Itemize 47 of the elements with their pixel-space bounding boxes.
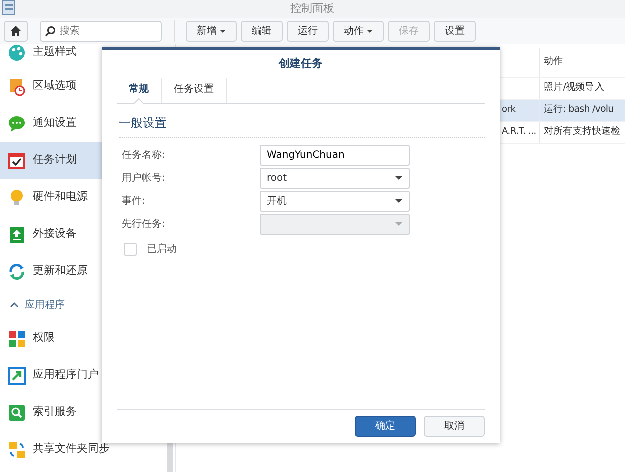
caret-icon [395, 199, 403, 203]
search-field[interactable]: 搜索 [40, 20, 162, 42]
section-header[interactable]: 应用程序 [0, 290, 165, 320]
sidebar-item[interactable]: 共享文件夹同步 [0, 431, 162, 468]
table-cell-text: 照片/视频导入 [544, 81, 604, 96]
input-field[interactable]: WangYunChuan [260, 144, 410, 166]
home-button[interactable] [4, 20, 28, 42]
sidebar-item[interactable]: 应用程序门户 [0, 357, 162, 394]
upload-icon [8, 226, 26, 244]
ok-button[interactable]: 确定 [355, 416, 416, 437]
light-bulb-icon [8, 188, 26, 206]
toolbar-button[interactable]: 新增 [186, 20, 237, 42]
sidebar-item[interactable]: 权限 [0, 320, 162, 357]
magnifier-icon [8, 404, 26, 422]
table-cell-text: 运行: bash /volu [544, 103, 614, 118]
folders-icon [8, 440, 26, 458]
app-icon [2, 0, 16, 16]
tab[interactable]: 任务设置 [162, 78, 227, 102]
chat-bubble-icon [8, 114, 26, 132]
calendar-clock-icon [8, 78, 26, 96]
field-label: 事件: [122, 194, 146, 208]
window-title: 控制面板 [290, 0, 334, 17]
caret-icon [395, 176, 403, 180]
home-icon [10, 25, 22, 37]
refresh-icon [8, 262, 26, 280]
colored-squares-icon [8, 330, 26, 348]
chevron-up-icon [10, 302, 19, 308]
toolbar-button[interactable]: 动作 [333, 20, 384, 42]
toolbar-button[interactable]: 编辑 [241, 20, 283, 42]
table-cell-text: 对所有支持快速检 [544, 125, 621, 140]
dropdown-field[interactable]: 开机 [260, 190, 410, 212]
calendar-check-icon [8, 152, 26, 170]
section-title: 一般设置 [119, 114, 485, 138]
cancel-button[interactable]: 取消 [424, 416, 485, 437]
toolbar-button[interactable]: 运行 [287, 20, 329, 42]
toolbar-button[interactable]: 设置 [434, 20, 476, 42]
table-cell: A.R.T. ... [502, 126, 536, 137]
table-cell: ork [502, 104, 516, 115]
field-label: 先行任务: [122, 218, 166, 232]
dialog-title: 创建任务 [278, 56, 324, 72]
dropdown-field[interactable]: root [260, 168, 410, 188]
sidebar-item[interactable]: 索引服务 [0, 394, 162, 431]
sidebar-item[interactable]: 主题样式 [0, 44, 162, 68]
caret-icon [395, 222, 403, 226]
scrollbar[interactable] [167, 442, 173, 472]
checkbox[interactable] [124, 242, 137, 256]
column-header: 动作 [544, 55, 564, 70]
